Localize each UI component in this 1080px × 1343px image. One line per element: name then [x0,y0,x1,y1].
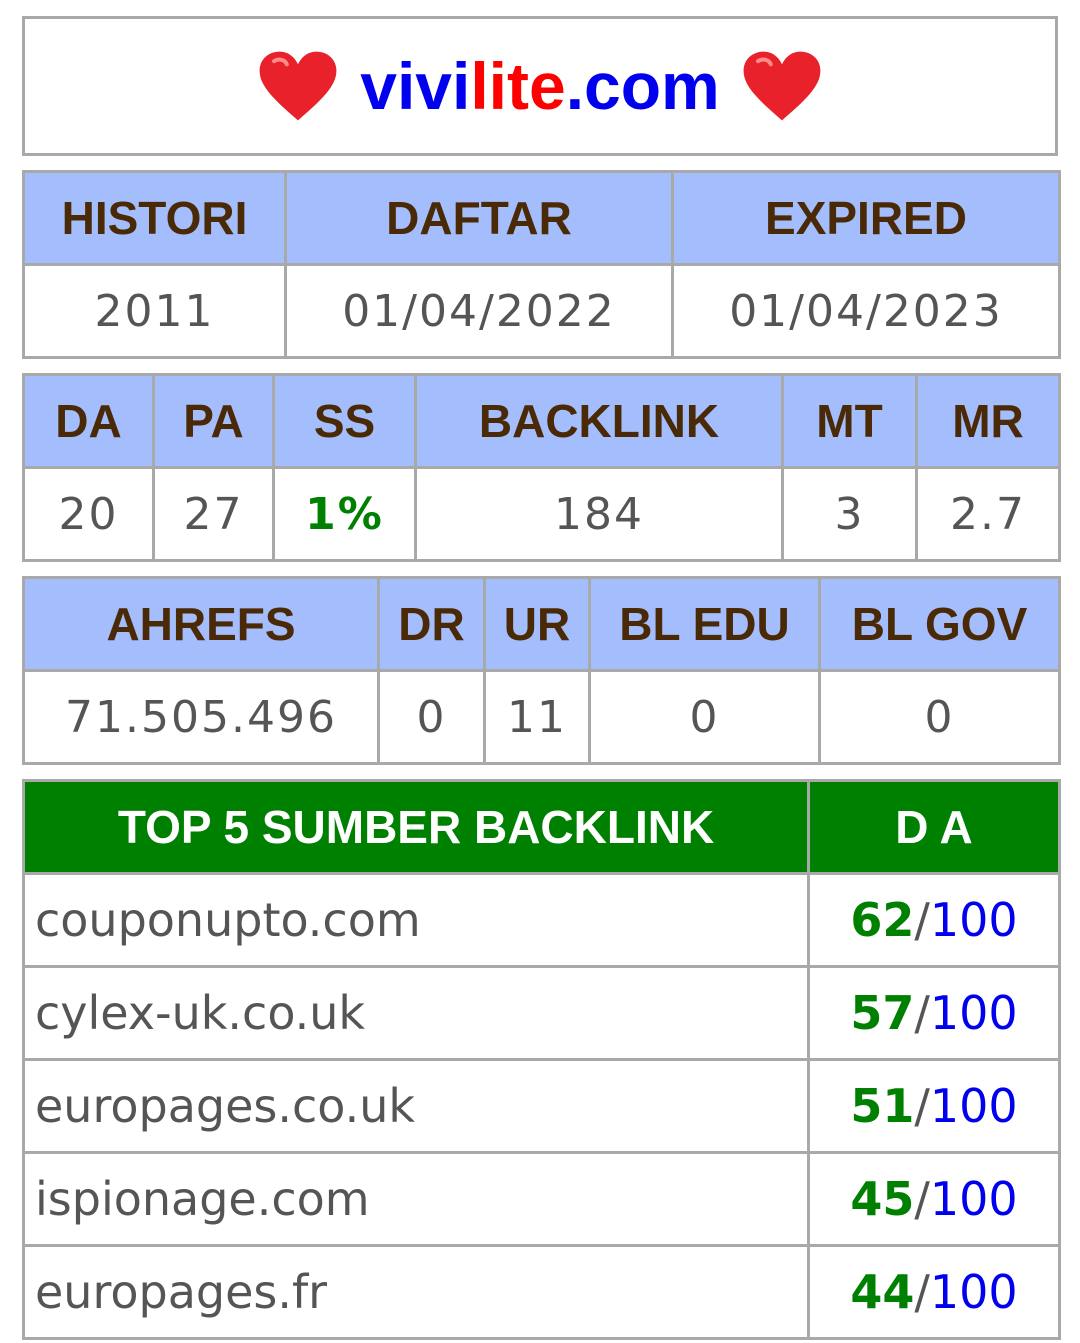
backlink-domain: europages.co.uk [22,1058,810,1154]
header-histori: HISTORI [22,170,287,266]
header-pa: PA [152,373,275,469]
domain-report: vivi lite .com HISTORI DAFTAR EXPIRED 2011… [22,16,1061,1340]
da-max: 100 [929,1265,1018,1319]
da-max: 100 [929,893,1018,947]
da-score: 45 [850,1172,915,1226]
da-separator: / [914,893,930,947]
heart-icon [743,51,821,121]
da-score: 51 [850,1079,915,1133]
value-daftar: 01/04/2022 [284,263,674,359]
header-da-score: D A [807,779,1061,875]
table-row: ispionage.com 45/100 [22,1151,1061,1247]
backlink-domain: ispionage.com [22,1151,810,1247]
backlink-domain: cylex-uk.co.uk [22,965,810,1061]
header-ss: SS [272,373,417,469]
backlink-domain: europages.fr [22,1244,810,1340]
header-bl-gov: BL GOV [818,576,1061,672]
site-title-box: vivi lite .com [22,16,1058,156]
table-row: europages.fr 44/100 [22,1244,1061,1340]
backlink-da: 45/100 [807,1151,1061,1247]
header-ur: UR [483,576,591,672]
backlink-da: 44/100 [807,1244,1061,1340]
da-separator: / [914,986,930,1040]
value-bl-edu: 0 [588,669,821,765]
header-top-sources: TOP 5 SUMBER BACKLINK [22,779,810,875]
table-row: couponupto.com 62/100 [22,872,1061,968]
value-da: 20 [22,466,155,562]
value-mt: 3 [781,466,918,562]
site-title: vivi lite .com [236,48,844,124]
value-ur: 11 [483,669,591,765]
site-name-prefix: vivi [360,49,471,123]
header-ahrefs: AHREFS [22,576,380,672]
value-ahrefs: 71.505.496 [22,669,380,765]
value-dr: 0 [377,669,486,765]
top-backlinks-table: TOP 5 SUMBER BACKLINK D A couponupto.com… [22,779,1061,1340]
site-name-suffix: .com [565,49,720,123]
header-backlink: BACKLINK [414,373,784,469]
header-dr: DR [377,576,486,672]
backlink-domain: couponupto.com [22,872,810,968]
header-mt: MT [781,373,918,469]
da-max: 100 [929,1172,1018,1226]
value-pa: 27 [152,466,275,562]
backlink-da: 62/100 [807,872,1061,968]
ahrefs-metrics-table: AHREFS DR UR BL EDU BL GOV 71.505.496 0 … [22,576,1061,765]
da-score: 62 [850,893,915,947]
table-row: europages.co.uk 51/100 [22,1058,1061,1154]
backlink-da: 51/100 [807,1058,1061,1154]
header-da: DA [22,373,155,469]
value-mr: 2.7 [915,466,1061,562]
header-bl-edu: BL EDU [588,576,821,672]
registration-table: HISTORI DAFTAR EXPIRED 2011 01/04/2022 0… [22,170,1061,359]
value-bl-gov: 0 [818,669,1061,765]
heart-icon [259,51,337,121]
header-daftar: DAFTAR [284,170,674,266]
value-backlink: 184 [414,466,784,562]
da-separator: / [914,1172,930,1226]
backlink-da: 57/100 [807,965,1061,1061]
table-row: cylex-uk.co.uk 57/100 [22,965,1061,1061]
da-separator: / [914,1265,930,1319]
header-expired: EXPIRED [671,170,1061,266]
value-ss: 1% [272,466,417,562]
value-expired: 01/04/2023 [671,263,1061,359]
value-histori: 2011 [22,263,287,359]
moz-metrics-table: DA PA SS BACKLINK MT MR 20 27 1% 184 3 2… [22,373,1061,562]
da-max: 100 [929,1079,1018,1133]
da-score: 44 [850,1265,915,1319]
da-score: 57 [850,986,915,1040]
header-mr: MR [915,373,1061,469]
da-max: 100 [929,986,1018,1040]
site-name-highlight: lite [470,49,566,123]
da-separator: / [914,1079,930,1133]
